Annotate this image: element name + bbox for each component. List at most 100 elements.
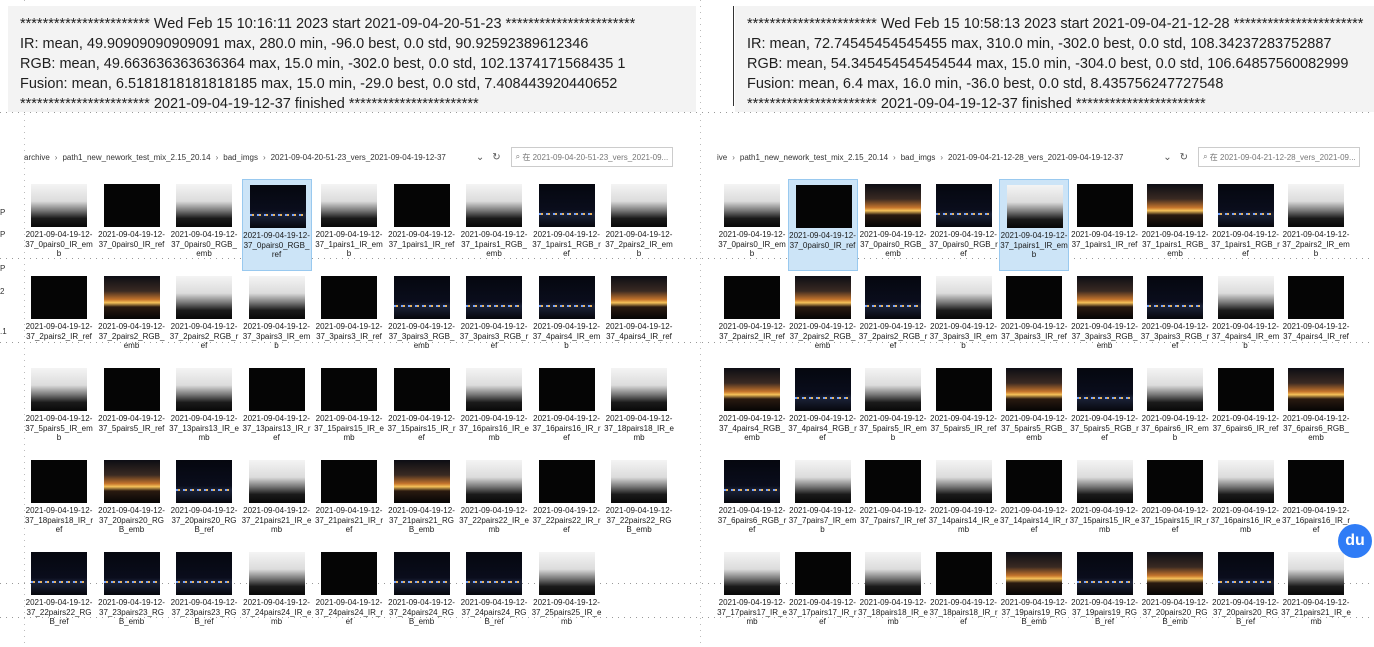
address-bar[interactable]: archive › path1_new_nework_test_mix_2.15… bbox=[24, 143, 696, 171]
file-item[interactable]: 2021-09-04-19-12-37_24pairs24_IR_emb bbox=[242, 547, 312, 639]
file-item[interactable]: 2021-09-04-19-12-37_20pairs20_RGB_ref bbox=[1211, 547, 1281, 639]
file-item[interactable]: 2021-09-04-19-12-37_17pairs17_IR_emb bbox=[717, 547, 787, 639]
file-item[interactable]: 2021-09-04-19-12-37_0pairs0_RGB_ref bbox=[929, 179, 999, 271]
file-item[interactable]: 2021-09-04-19-12-37_4pairs4_RGB_emb bbox=[717, 363, 787, 455]
file-item[interactable]: 2021-09-04-19-12-37_14pairs14_IR_emb bbox=[929, 455, 999, 547]
file-item[interactable]: 2021-09-04-19-12-37_3pairs3_IR_emb bbox=[242, 271, 312, 363]
chevron-down-icon[interactable]: ⌄ bbox=[1163, 152, 1171, 163]
file-item[interactable]: 2021-09-04-19-12-37_3pairs3_RGB_emb bbox=[387, 271, 457, 363]
file-item[interactable]: 2021-09-04-19-12-37_4pairs4_IR_ref bbox=[1281, 271, 1351, 363]
breadcrumb-item[interactable]: ive bbox=[717, 153, 727, 162]
file-item[interactable]: 2021-09-04-19-12-37_24pairs24_RGB_ref bbox=[459, 547, 529, 639]
file-item[interactable]: 2021-09-04-19-12-37_1pairs1_IR_ref bbox=[387, 179, 457, 271]
file-item[interactable]: 2021-09-04-19-12-37_6pairs6_RGB_ref bbox=[717, 455, 787, 547]
breadcrumb-item[interactable]: archive bbox=[24, 153, 50, 162]
file-item[interactable]: 2021-09-04-19-12-37_24pairs24_RGB_emb bbox=[387, 547, 457, 639]
file-item[interactable]: 2021-09-04-19-12-37_21pairs21_IR_ref bbox=[314, 455, 384, 547]
file-item[interactable]: 2021-09-04-19-12-37_20pairs20_RGB_emb bbox=[1140, 547, 1210, 639]
file-item[interactable]: 2021-09-04-19-12-37_2pairs2_RGB_ref bbox=[169, 271, 239, 363]
file-item[interactable]: 2021-09-04-19-12-37_16pairs16_IR_emb bbox=[1211, 455, 1281, 547]
file-item[interactable]: 2021-09-04-19-12-37_4pairs4_IR_ref bbox=[604, 271, 674, 363]
refresh-icon[interactable]: ↻ bbox=[492, 152, 500, 163]
file-item[interactable]: 2021-09-04-19-12-37_4pairs4_IR_emb bbox=[532, 271, 602, 363]
file-item[interactable]: 2021-09-04-19-12-37_5pairs5_IR_ref bbox=[97, 363, 167, 455]
file-item[interactable]: 2021-09-04-19-12-37_15pairs15_IR_ref bbox=[387, 363, 457, 455]
file-item[interactable]: 2021-09-04-19-12-37_5pairs5_IR_emb bbox=[24, 363, 94, 455]
file-item[interactable]: 2021-09-04-19-12-37_1pairs1_RGB_ref bbox=[1211, 179, 1281, 271]
file-item[interactable]: 2021-09-04-19-12-37_7pairs7_IR_emb bbox=[788, 455, 858, 547]
file-item[interactable]: 2021-09-04-19-12-37_1pairs1_IR_ref bbox=[1070, 179, 1140, 271]
file-item[interactable]: 2021-09-04-19-12-37_19pairs19_RGB_emb bbox=[999, 547, 1069, 639]
file-item[interactable]: 2021-09-04-19-12-37_1pairs1_IR_emb bbox=[999, 179, 1069, 271]
file-item[interactable]: 2021-09-04-19-12-37_7pairs7_IR_ref bbox=[858, 455, 928, 547]
file-item[interactable]: 2021-09-04-19-12-37_2pairs2_RGB_emb bbox=[97, 271, 167, 363]
file-item[interactable]: 2021-09-04-19-12-37_0pairs0_RGB_emb bbox=[858, 179, 928, 271]
file-item[interactable]: 2021-09-04-19-12-37_13pairs13_IR_emb bbox=[169, 363, 239, 455]
file-item[interactable]: 2021-09-04-19-12-37_15pairs15_IR_ref bbox=[1140, 455, 1210, 547]
file-item[interactable]: 2021-09-04-19-12-37_19pairs19_RGB_ref bbox=[1070, 547, 1140, 639]
file-item[interactable]: 2021-09-04-19-12-37_6pairs6_RGB_emb bbox=[1281, 363, 1351, 455]
file-item[interactable]: 2021-09-04-19-12-37_0pairs0_RGB_ref bbox=[241, 179, 312, 271]
file-item[interactable]: 2021-09-04-19-12-37_6pairs6_IR_emb bbox=[1140, 363, 1210, 455]
file-item[interactable]: 2021-09-04-19-12-37_2pairs2_IR_emb bbox=[604, 179, 674, 271]
file-item[interactable]: 2021-09-04-19-12-37_22pairs22_IR_ref bbox=[532, 455, 602, 547]
file-item[interactable]: 2021-09-04-19-12-37_2pairs2_IR_ref bbox=[24, 271, 94, 363]
file-item[interactable]: 2021-09-04-19-12-37_2pairs2_IR_ref bbox=[717, 271, 787, 363]
breadcrumb-item[interactable]: bad_imgs bbox=[223, 153, 258, 162]
file-item[interactable]: 2021-09-04-19-12-37_17pairs17_IR_ref bbox=[788, 547, 858, 639]
file-item[interactable]: 2021-09-04-19-12-37_23pairs23_RGB_ref bbox=[169, 547, 239, 639]
file-item[interactable]: 2021-09-04-19-12-37_1pairs1_RGB_emb bbox=[1140, 179, 1210, 271]
file-item[interactable]: 2021-09-04-19-12-37_0pairs0_RGB_emb bbox=[169, 179, 239, 271]
file-item[interactable]: 2021-09-04-19-12-37_16pairs16_IR_ref bbox=[532, 363, 602, 455]
chevron-down-icon[interactable]: ⌄ bbox=[476, 152, 484, 163]
file-item[interactable]: 2021-09-04-19-12-37_2pairs2_RGB_ref bbox=[858, 271, 928, 363]
file-item[interactable]: 2021-09-04-19-12-37_0pairs0_IR_ref bbox=[97, 179, 167, 271]
search-input[interactable]: ⌕ 在 2021-09-04-20-51-23_vers_2021-09... bbox=[510, 147, 674, 167]
file-item[interactable]: 2021-09-04-19-12-37_3pairs3_IR_emb bbox=[929, 271, 999, 363]
file-item[interactable]: 2021-09-04-19-12-37_14pairs14_IR_ref bbox=[999, 455, 1069, 547]
refresh-icon[interactable]: ↻ bbox=[1180, 152, 1188, 163]
file-item[interactable]: 2021-09-04-19-12-37_20pairs20_RGB_emb bbox=[97, 455, 167, 547]
file-item[interactable]: 2021-09-04-19-12-37_18pairs18_IR_ref bbox=[24, 455, 94, 547]
file-item[interactable]: 2021-09-04-19-12-37_18pairs18_IR_emb bbox=[604, 363, 674, 455]
file-item[interactable]: 2021-09-04-19-12-37_2pairs2_RGB_emb bbox=[788, 271, 858, 363]
file-item[interactable]: 2021-09-04-19-12-37_5pairs5_IR_emb bbox=[858, 363, 928, 455]
file-item[interactable]: 2021-09-04-19-12-37_5pairs5_RGB_ref bbox=[1070, 363, 1140, 455]
file-item[interactable]: 2021-09-04-19-12-37_1pairs1_RGB_emb bbox=[459, 179, 529, 271]
address-bar[interactable]: ive › path1_new_nework_test_mix_2.15_20.… bbox=[717, 143, 1360, 171]
file-item[interactable]: 2021-09-04-19-12-37_18pairs18_IR_emb bbox=[858, 547, 928, 639]
breadcrumb-item[interactable]: 2021-09-04-21-12-28_vers_2021-09-04-19-1… bbox=[948, 153, 1123, 162]
breadcrumb-item[interactable]: path1_new_nework_test_mix_2.15_20.14 bbox=[62, 153, 210, 162]
file-item[interactable]: 2021-09-04-19-12-37_0pairs0_IR_ref bbox=[787, 179, 858, 271]
file-item[interactable]: 2021-09-04-19-12-37_0pairs0_IR_emb bbox=[717, 179, 787, 271]
file-item[interactable]: 2021-09-04-19-12-37_3pairs3_RGB_ref bbox=[1140, 271, 1210, 363]
file-item[interactable]: 2021-09-04-19-12-37_20pairs20_RGB_ref bbox=[169, 455, 239, 547]
file-item[interactable]: 2021-09-04-19-12-37_22pairs22_IR_emb bbox=[459, 455, 529, 547]
file-item[interactable]: 2021-09-04-19-12-37_3pairs3_IR_ref bbox=[999, 271, 1069, 363]
breadcrumb-item[interactable]: path1_new_nework_test_mix_2.15_20.14 bbox=[740, 153, 888, 162]
file-item[interactable]: 2021-09-04-19-12-37_1pairs1_RGB_ref bbox=[532, 179, 602, 271]
file-item[interactable]: 2021-09-04-19-12-37_16pairs16_IR_emb bbox=[459, 363, 529, 455]
file-item[interactable]: 2021-09-04-19-12-37_23pairs23_RGB_emb bbox=[97, 547, 167, 639]
file-item[interactable]: 2021-09-04-19-12-37_3pairs3_RGB_ref bbox=[459, 271, 529, 363]
search-input[interactable]: ⌕ 在 2021-09-04-21-12-28_vers_2021-09... bbox=[1198, 147, 1360, 167]
file-item[interactable]: 2021-09-04-19-12-37_21pairs21_IR_emb bbox=[242, 455, 312, 547]
file-item[interactable]: 2021-09-04-19-12-37_2pairs2_IR_emb bbox=[1281, 179, 1351, 271]
file-item[interactable]: 2021-09-04-19-12-37_15pairs15_IR_emb bbox=[1070, 455, 1140, 547]
file-item[interactable]: 2021-09-04-19-12-37_6pairs6_IR_ref bbox=[1211, 363, 1281, 455]
file-item[interactable]: 2021-09-04-19-12-37_4pairs4_IR_emb bbox=[1211, 271, 1281, 363]
file-item[interactable]: 2021-09-04-19-12-37_0pairs0_IR_emb bbox=[24, 179, 94, 271]
file-item[interactable]: 2021-09-04-19-12-37_3pairs3_IR_ref bbox=[314, 271, 384, 363]
baidu-assistant-button[interactable]: du bbox=[1338, 524, 1372, 558]
file-item[interactable]: 2021-09-04-19-12-37_18pairs18_IR_ref bbox=[929, 547, 999, 639]
file-item[interactable]: 2021-09-04-19-12-37_21pairs21_IR_emb bbox=[1281, 547, 1351, 639]
file-item[interactable]: 2021-09-04-19-12-37_15pairs15_IR_emb bbox=[314, 363, 384, 455]
file-item[interactable]: 2021-09-04-19-12-37_13pairs13_IR_ref bbox=[242, 363, 312, 455]
breadcrumb-item[interactable]: bad_imgs bbox=[901, 153, 936, 162]
file-item[interactable]: 2021-09-04-19-12-37_1pairs1_IR_emb bbox=[314, 179, 384, 271]
file-item[interactable]: 2021-09-04-19-12-37_5pairs5_RGB_emb bbox=[999, 363, 1069, 455]
file-item[interactable]: 2021-09-04-19-12-37_25pairs25_IR_emb bbox=[532, 547, 602, 639]
file-item[interactable]: 2021-09-04-19-12-37_4pairs4_RGB_ref bbox=[788, 363, 858, 455]
breadcrumb-item[interactable]: 2021-09-04-20-51-23_vers_2021-09-04-19-1… bbox=[271, 153, 446, 162]
file-item[interactable]: 2021-09-04-19-12-37_24pairs24_IR_ref bbox=[314, 547, 384, 639]
